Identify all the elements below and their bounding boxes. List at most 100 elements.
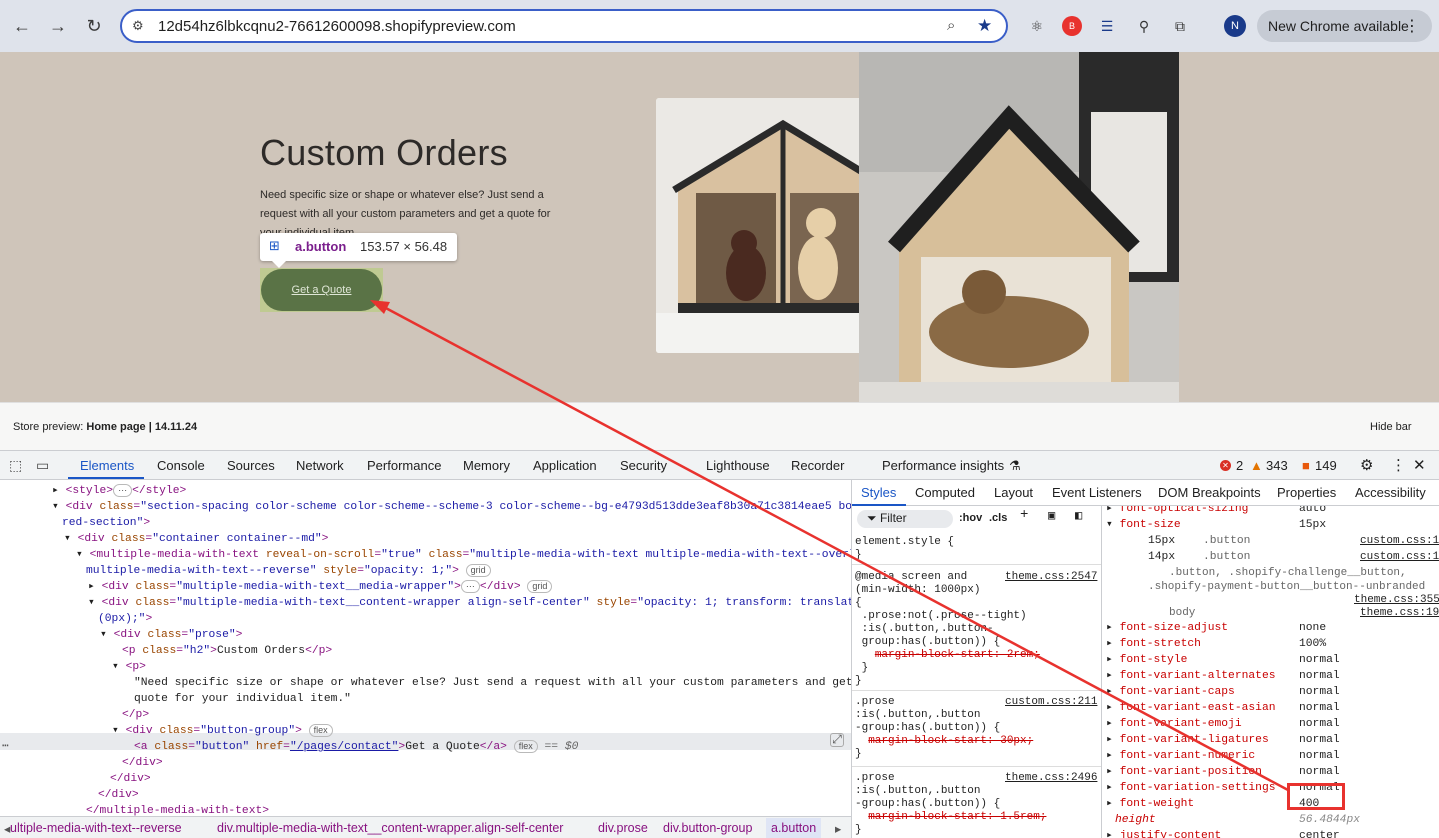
new-chrome-button[interactable]: New Chrome available ⋮ — [1257, 10, 1432, 42]
dom-line[interactable]: ▾ <div class="button-group"> flex — [112, 723, 333, 739]
error-count[interactable]: 2 — [1236, 458, 1243, 473]
dom-line[interactable]: ▾ <p> — [112, 659, 146, 675]
reload-icon[interactable]: ↻ — [80, 12, 108, 40]
tab-sources[interactable]: Sources — [227, 458, 275, 473]
zoom-icon[interactable]: ⌕ — [947, 17, 955, 34]
dom-line[interactable]: multiple-media-with-text--reverse" style… — [86, 563, 491, 579]
dom-line[interactable]: <p class="h2">Custom Orders</p> — [122, 643, 332, 659]
hov-toggle[interactable]: :hov — [959, 512, 982, 525]
get-quote-button[interactable]: Get a Quote — [261, 269, 382, 311]
dom-line[interactable]: ▾ <div class="multiple-media-with-text__… — [88, 595, 851, 611]
tab-dom-breakpoints[interactable]: DOM Breakpoints — [1158, 485, 1261, 500]
tab-application[interactable]: Application — [533, 458, 597, 473]
warning-count[interactable]: 343 — [1266, 458, 1288, 473]
dom-line[interactable]: ▾ <div class="section-spacing color-sche… — [52, 499, 851, 515]
computed-row[interactable]: ▸ font-variant-numeric — [1106, 748, 1255, 764]
computed-row[interactable]: ▸ font-variant-emoji — [1106, 716, 1242, 732]
breadcrumb-scroll-right-icon[interactable]: ▸ — [835, 821, 841, 836]
breadcrumb-item[interactable]: div.prose — [598, 821, 648, 835]
computed-row[interactable]: ▸ font-stretch — [1106, 636, 1201, 652]
site-settings-icon[interactable]: ⚙ — [132, 18, 144, 34]
extensions-puzzle-icon[interactable]: ⧉ — [1170, 16, 1190, 36]
dom-line-selected[interactable]: <a class="button" href="/pages/contact">… — [134, 739, 578, 755]
extension-list-icon[interactable]: ☰ — [1097, 16, 1117, 36]
computed-row-expanded[interactable]: ▾ font-size — [1106, 517, 1181, 533]
tab-accessibility[interactable]: Accessibility — [1355, 485, 1426, 500]
inspect-element-icon[interactable]: ⬚ — [9, 457, 22, 474]
margin-rule-2[interactable]: margin-block-start: 30px; — [868, 735, 1033, 747]
dom-line[interactable]: </p> — [122, 707, 149, 723]
dom-line[interactable]: red-section"> — [62, 515, 150, 531]
breadcrumb-item-active[interactable]: a.button — [766, 818, 822, 838]
breadcrumb-item[interactable]: div.multiple-media-with-text__content-wr… — [217, 821, 563, 835]
location-pin-icon[interactable]: ⚲ — [1134, 16, 1154, 36]
tab-network[interactable]: Network — [296, 458, 344, 473]
trace-source-link[interactable]: custom.css:1 — [1360, 533, 1439, 549]
computed-row[interactable]: ▸ font-optical-sizing — [1106, 506, 1248, 517]
computed-row[interactable]: ▸ font-variant-alternates — [1106, 668, 1276, 684]
extension-red-icon[interactable]: B — [1062, 16, 1082, 36]
tab-computed[interactable]: Computed — [915, 485, 975, 500]
dom-line[interactable]: ▾ <div class="prose"> — [100, 627, 242, 643]
computed-row[interactable]: ▸ font-weight — [1106, 796, 1194, 812]
tab-properties[interactable]: Properties — [1277, 485, 1336, 500]
computed-row[interactable]: height — [1115, 812, 1156, 828]
trace-source-link[interactable]: custom.css:1 — [1360, 549, 1439, 565]
dom-line[interactable]: (0px);"> — [98, 611, 152, 627]
dom-line[interactable]: "Need specific size or shape or whatever… — [134, 675, 851, 691]
new-style-rule-icon[interactable]: ⤢ — [830, 733, 844, 747]
dom-line[interactable]: ▸ <style> ⋯ </style> — [52, 483, 186, 499]
device-toolbar-icon[interactable]: ▭ — [36, 457, 49, 474]
computed-row[interactable]: ▸ font-size-adjust — [1106, 620, 1228, 636]
tab-styles[interactable]: Styles — [861, 485, 896, 500]
address-bar[interactable]: ⚙ 12d54hz6lbkcqnu2-76612600098.shopifypr… — [120, 9, 1008, 43]
tab-security[interactable]: Security — [620, 458, 667, 473]
margin-rule-1[interactable]: margin-block-start: 2rem; — [875, 649, 1040, 661]
dom-line[interactable]: </div> — [122, 755, 163, 771]
dom-line[interactable]: </div> — [110, 771, 151, 787]
tab-recorder[interactable]: Recorder — [791, 458, 844, 473]
dom-line[interactable]: </multiple-media-with-text> — [86, 803, 269, 816]
computed-row[interactable]: ▸ font-variant-caps — [1106, 684, 1235, 700]
profile-avatar[interactable]: N — [1224, 15, 1246, 37]
tab-console[interactable]: Console — [157, 458, 205, 473]
cls-toggle[interactable]: .cls — [989, 512, 1007, 525]
paint-brush-icon[interactable]: ▣ — [1048, 510, 1055, 523]
dom-line[interactable]: ▾ <multiple-media-with-text reveal-on-sc… — [76, 547, 851, 563]
dom-line[interactable]: ▾ <div class="container container--md"> — [64, 531, 328, 547]
dom-line-dots[interactable]: ⋯ — [2, 739, 9, 755]
element-style-rule[interactable]: element.style { — [855, 536, 954, 549]
styles-filter-input[interactable]: ⏷ Filter — [857, 510, 953, 528]
computed-row[interactable]: ▸ font-variant-position — [1106, 764, 1262, 780]
rule-source-link[interactable]: theme.css:2547 — [1005, 571, 1097, 584]
computed-row[interactable]: ▸ justify-content — [1106, 828, 1221, 838]
computed-row[interactable]: ▸ font-variant-ligatures — [1106, 732, 1269, 748]
devtools-menu-icon[interactable]: ⋮ — [1391, 456, 1406, 474]
rule-source-link[interactable]: custom.css:211 — [1005, 696, 1097, 709]
back-arrow-icon[interactable]: ← — [8, 12, 36, 40]
breadcrumb-item[interactable]: div.button-group — [663, 821, 752, 835]
margin-rule-3[interactable]: margin-block-start: 1.5rem; — [868, 811, 1046, 823]
trace-source-link[interactable]: theme.css:19 — [1360, 605, 1439, 621]
forward-arrow-icon[interactable]: → — [44, 12, 72, 40]
close-devtools-icon[interactable]: ✕ — [1413, 456, 1426, 474]
add-rule-icon[interactable]: + — [1020, 508, 1028, 522]
react-devtools-icon[interactable]: ⚛ — [1027, 16, 1047, 36]
computed-row[interactable]: ▸ font-variant-east-asian — [1106, 700, 1276, 716]
tab-event-listeners[interactable]: Event Listeners — [1052, 485, 1142, 500]
tab-memory[interactable]: Memory — [463, 458, 510, 473]
settings-gear-icon[interactable]: ⚙ — [1360, 456, 1373, 474]
hide-bar-button[interactable]: Hide bar — [1370, 421, 1412, 433]
dom-tree[interactable]: ▸ <style> ⋯ </style> ▾ <div class="section… — [0, 480, 851, 816]
sidebar-toggle-icon[interactable]: ◧ — [1075, 510, 1082, 523]
tab-elements[interactable]: Elements — [80, 458, 134, 473]
tab-performance[interactable]: Performance — [367, 458, 441, 473]
dom-line[interactable]: ▸ <div class="multiple-media-with-text__… — [88, 579, 553, 595]
dom-line[interactable]: </div> — [98, 787, 139, 803]
tab-lighthouse[interactable]: Lighthouse — [706, 458, 770, 473]
computed-row[interactable]: ▸ font-style — [1106, 652, 1187, 668]
dom-line[interactable]: quote for your individual item." — [134, 691, 351, 707]
breadcrumb-item[interactable]: ultiple-media-with-text--reverse — [10, 821, 182, 835]
computed-styles[interactable]: ▸ font-optical-sizing auto ▾ font-size 1… — [1103, 506, 1439, 838]
issues-count[interactable]: 149 — [1315, 458, 1337, 473]
